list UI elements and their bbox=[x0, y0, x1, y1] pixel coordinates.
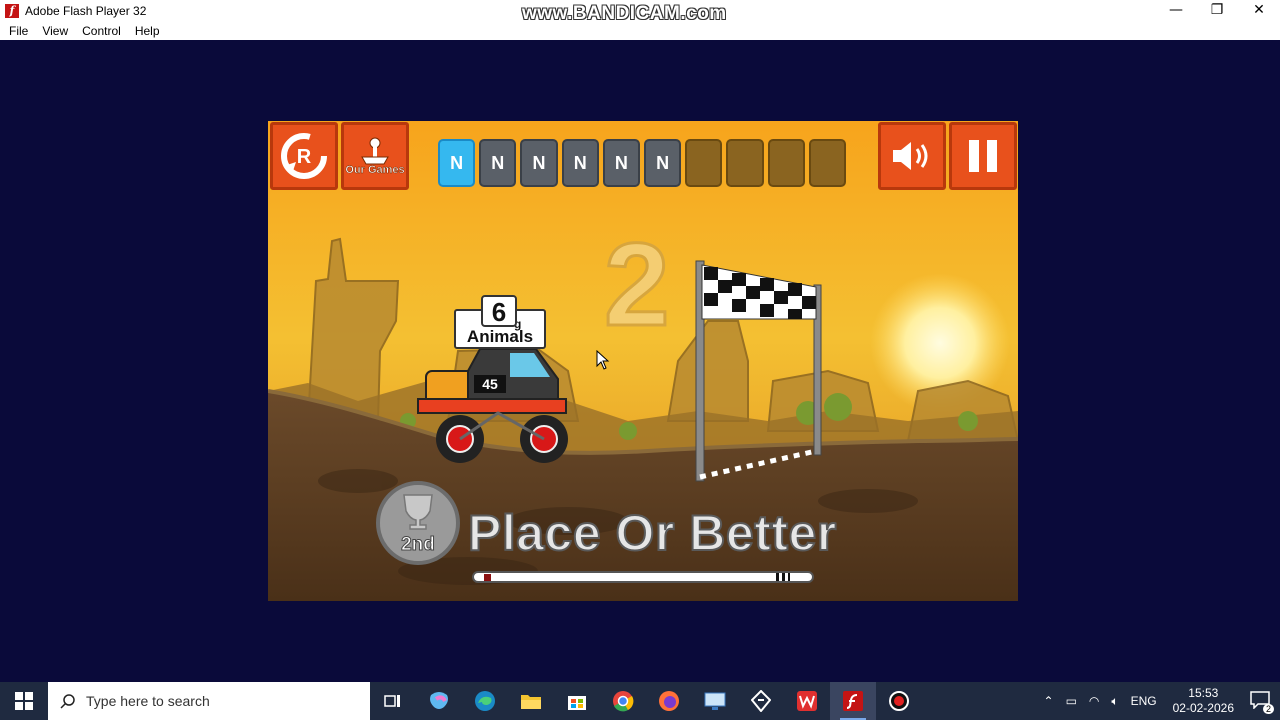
wps-office-icon[interactable] bbox=[784, 682, 830, 720]
place-medal: 2nd bbox=[376, 481, 460, 565]
level-slot: N bbox=[520, 139, 558, 187]
minimize-button[interactable]: — bbox=[1155, 0, 1197, 21]
race-finish-flag bbox=[776, 573, 790, 581]
microsoft-store-icon[interactable] bbox=[554, 682, 600, 720]
animals-label: Animals bbox=[466, 327, 534, 346]
level-slot: N bbox=[438, 139, 476, 187]
edge-icon[interactable] bbox=[462, 682, 508, 720]
menu-view[interactable]: View bbox=[42, 24, 68, 38]
mouse-cursor-icon bbox=[596, 350, 610, 370]
vpn-icon[interactable] bbox=[738, 682, 784, 720]
countdown-number: 2 bbox=[603, 218, 672, 353]
place-label: 2nd bbox=[401, 534, 436, 556]
level-slot: N bbox=[602, 139, 641, 187]
our-games-button[interactable]: Our Games bbox=[341, 122, 409, 190]
race-progress-marker bbox=[484, 574, 491, 581]
pause-icon bbox=[969, 140, 997, 172]
remote-desktop-icon[interactable] bbox=[692, 682, 738, 720]
close-button[interactable]: ✕ bbox=[1238, 0, 1280, 21]
notification-count: 2 bbox=[1262, 703, 1274, 714]
task-view-icon[interactable] bbox=[370, 682, 416, 720]
menu-bar: File View Control Help bbox=[0, 21, 1280, 40]
animals-tag: g 6 Animals bbox=[454, 295, 546, 349]
taskbar: Type here to search ⌃ ▭ ◠ 🔈︎ ENG 15:53 0… bbox=[0, 682, 1280, 720]
sound-button[interactable] bbox=[878, 122, 946, 190]
game-viewport[interactable]: R Our Games N N N N N N 2 g 6 Animals 45… bbox=[268, 121, 1018, 601]
pause-button[interactable] bbox=[949, 122, 1017, 190]
window-title: Adobe Flash Player 32 bbox=[25, 3, 147, 18]
goal-text: Place Or Better bbox=[467, 504, 837, 562]
joystick-icon bbox=[361, 137, 389, 164]
system-tray: ⌃ ▭ ◠ 🔈︎ ENG 15:53 02-02-2026 2 bbox=[1038, 682, 1280, 720]
volume-icon[interactable]: 🔈︎ bbox=[1111, 694, 1118, 709]
level-slot bbox=[808, 139, 847, 187]
clock-date: 02-02-2026 bbox=[1172, 701, 1234, 715]
car-number: 45 bbox=[474, 375, 506, 393]
level-progress-strip: N N N N N N bbox=[438, 139, 847, 187]
restart-icon: R bbox=[281, 133, 327, 179]
file-explorer-icon[interactable] bbox=[508, 682, 554, 720]
clock-time: 15:53 bbox=[1188, 686, 1219, 700]
language-indicator[interactable]: ENG bbox=[1131, 694, 1157, 708]
menu-file[interactable]: File bbox=[9, 24, 28, 38]
race-progress-bar bbox=[472, 571, 814, 583]
search-placeholder: Type here to search bbox=[86, 693, 210, 709]
restart-letter: R bbox=[297, 146, 312, 168]
restore-button[interactable]: ❐ bbox=[1196, 0, 1238, 21]
restart-button[interactable]: R bbox=[270, 122, 338, 190]
search-icon bbox=[60, 694, 75, 709]
speaker-icon bbox=[893, 142, 928, 170]
taskbar-search-box[interactable]: Type here to search bbox=[48, 682, 370, 720]
notifications-icon[interactable]: 2 bbox=[1250, 690, 1274, 714]
our-games-label: Our Games bbox=[345, 163, 405, 176]
chrome-icon[interactable] bbox=[600, 682, 646, 720]
level-slot: N bbox=[479, 139, 517, 187]
clock[interactable]: 15:53 02-02-2026 bbox=[1173, 686, 1234, 716]
chevron-up-icon[interactable]: ⌃ bbox=[1044, 694, 1054, 708]
level-slot: N bbox=[644, 139, 682, 187]
animals-count: 6 bbox=[481, 295, 517, 327]
menu-control[interactable]: Control bbox=[82, 24, 121, 38]
level-slot bbox=[767, 139, 805, 187]
level-slot: N bbox=[561, 139, 599, 187]
bandicam-icon[interactable] bbox=[876, 682, 922, 720]
level-slot bbox=[685, 139, 723, 187]
battery-icon[interactable]: ▭ bbox=[1066, 694, 1077, 708]
level-slot bbox=[726, 139, 764, 187]
firefox-icon[interactable] bbox=[646, 682, 692, 720]
flash-player-icon: f bbox=[5, 3, 19, 18]
wifi-icon[interactable]: ◠ bbox=[1089, 694, 1099, 708]
copilot-icon[interactable] bbox=[416, 682, 462, 720]
start-button[interactable] bbox=[0, 682, 48, 720]
trophy-icon bbox=[403, 494, 433, 530]
menu-help[interactable]: Help bbox=[135, 24, 160, 38]
flash-player-taskbar-icon[interactable] bbox=[830, 682, 876, 720]
windows-logo-icon bbox=[15, 692, 33, 710]
